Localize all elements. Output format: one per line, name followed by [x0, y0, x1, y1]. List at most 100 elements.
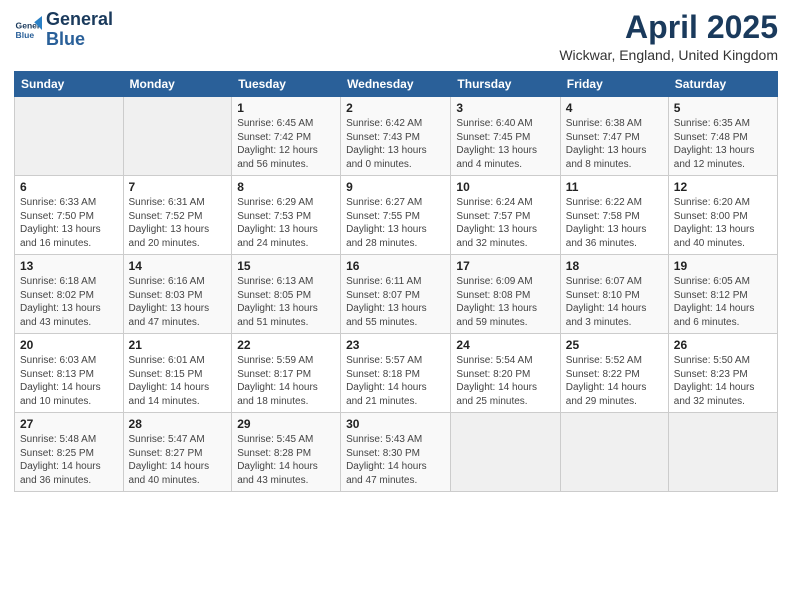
day-info: Sunrise: 5:48 AM Sunset: 8:25 PM Dayligh…: [20, 433, 118, 487]
calendar-cell: 2 Sunrise: 6:42 AM Sunset: 7:43 PM Daylig…: [341, 97, 451, 176]
day-info: Sunrise: 6:31 AM Sunset: 7:52 PM Dayligh…: [129, 196, 227, 250]
day-info: Sunrise: 6:01 AM Sunset: 8:15 PM Dayligh…: [129, 354, 227, 408]
calendar-week-row: 27 Sunrise: 5:48 AM Sunset: 8:25 PM Dayli…: [15, 413, 778, 492]
calendar-cell: 18 Sunrise: 6:07 AM Sunset: 8:10 PM Dayli…: [560, 255, 668, 334]
calendar-day-header: Tuesday: [232, 72, 341, 97]
day-number: 29: [237, 417, 335, 431]
calendar-day-header: Saturday: [668, 72, 777, 97]
day-info: Sunrise: 6:07 AM Sunset: 8:10 PM Dayligh…: [566, 275, 663, 329]
calendar-cell: 5Sunrise: 6:35 AM Sunset: 7:48 PM Daylig…: [668, 97, 777, 176]
main-title: April 2025: [559, 10, 778, 45]
calendar-cell: [451, 413, 560, 492]
calendar-cell: 27 Sunrise: 5:48 AM Sunset: 8:25 PM Dayli…: [15, 413, 124, 492]
calendar-cell: 10 Sunrise: 6:24 AM Sunset: 7:57 PM Dayli…: [451, 176, 560, 255]
day-info: Sunrise: 6:05 AM Sunset: 8:12 PM Dayligh…: [674, 275, 772, 329]
day-info: Sunrise: 5:52 AM Sunset: 8:22 PM Dayligh…: [566, 354, 663, 408]
day-number: 9: [346, 180, 445, 194]
calendar-week-row: 6 Sunrise: 6:33 AM Sunset: 7:50 PM Daylig…: [15, 176, 778, 255]
day-number: 25: [566, 338, 663, 352]
calendar-cell: 3Sunrise: 6:40 AM Sunset: 7:45 PM Daylig…: [451, 97, 560, 176]
day-info: Sunrise: 6:11 AM Sunset: 8:07 PM Dayligh…: [346, 275, 445, 329]
day-info: Sunrise: 6:22 AM Sunset: 7:58 PM Dayligh…: [566, 196, 663, 250]
header: General Blue General Blue April 2025 Wic…: [14, 10, 778, 63]
day-number: 12: [674, 180, 772, 194]
day-info: Sunrise: 6:29 AM Sunset: 7:53 PM Dayligh…: [237, 196, 335, 250]
calendar-cell: [560, 413, 668, 492]
calendar-cell: 24 Sunrise: 5:54 AM Sunset: 8:20 PM Dayli…: [451, 334, 560, 413]
calendar-day-header: Thursday: [451, 72, 560, 97]
day-number: 6: [20, 180, 118, 194]
day-info: Sunrise: 6:24 AM Sunset: 7:57 PM Dayligh…: [456, 196, 554, 250]
day-info: Sunrise: 6:09 AM Sunset: 8:08 PM Dayligh…: [456, 275, 554, 329]
svg-text:Blue: Blue: [16, 30, 35, 40]
day-number: 19: [674, 259, 772, 273]
day-info: Sunrise: 6:42 AM Sunset: 7:43 PM Dayligh…: [346, 117, 445, 171]
calendar-cell: [123, 97, 232, 176]
day-info: Sunrise: 6:16 AM Sunset: 8:03 PM Dayligh…: [129, 275, 227, 329]
calendar-cell: 7Sunrise: 6:31 AM Sunset: 7:52 PM Daylig…: [123, 176, 232, 255]
calendar-cell: 4 Sunrise: 6:38 AM Sunset: 7:47 PM Daylig…: [560, 97, 668, 176]
day-number: 2: [346, 101, 445, 115]
day-number: 5: [674, 101, 772, 115]
calendar-cell: 8 Sunrise: 6:29 AM Sunset: 7:53 PM Daylig…: [232, 176, 341, 255]
day-info: Sunrise: 5:50 AM Sunset: 8:23 PM Dayligh…: [674, 354, 772, 408]
day-info: Sunrise: 6:13 AM Sunset: 8:05 PM Dayligh…: [237, 275, 335, 329]
calendar-cell: 29 Sunrise: 5:45 AM Sunset: 8:28 PM Dayli…: [232, 413, 341, 492]
logo-icon: General Blue: [14, 16, 42, 44]
calendar-cell: 13 Sunrise: 6:18 AM Sunset: 8:02 PM Dayli…: [15, 255, 124, 334]
day-number: 10: [456, 180, 554, 194]
day-number: 26: [674, 338, 772, 352]
day-info: Sunrise: 6:33 AM Sunset: 7:50 PM Dayligh…: [20, 196, 118, 250]
page: General Blue General Blue April 2025 Wic…: [0, 0, 792, 612]
calendar-cell: 28 Sunrise: 5:47 AM Sunset: 8:27 PM Dayli…: [123, 413, 232, 492]
calendar-header-row: SundayMondayTuesdayWednesdayThursdayFrid…: [15, 72, 778, 97]
day-number: 8: [237, 180, 335, 194]
day-number: 24: [456, 338, 554, 352]
day-info: Sunrise: 6:20 AM Sunset: 8:00 PM Dayligh…: [674, 196, 772, 250]
calendar-cell: 14Sunrise: 6:16 AM Sunset: 8:03 PM Dayli…: [123, 255, 232, 334]
day-info: Sunrise: 5:43 AM Sunset: 8:30 PM Dayligh…: [346, 433, 445, 487]
calendar-cell: 19 Sunrise: 6:05 AM Sunset: 8:12 PM Dayli…: [668, 255, 777, 334]
day-number: 11: [566, 180, 663, 194]
calendar-cell: 23Sunrise: 5:57 AM Sunset: 8:18 PM Dayli…: [341, 334, 451, 413]
day-info: Sunrise: 6:18 AM Sunset: 8:02 PM Dayligh…: [20, 275, 118, 329]
day-number: 1: [237, 101, 335, 115]
calendar-cell: [15, 97, 124, 176]
calendar-cell: 22 Sunrise: 5:59 AM Sunset: 8:17 PM Dayli…: [232, 334, 341, 413]
day-info: Sunrise: 6:38 AM Sunset: 7:47 PM Dayligh…: [566, 117, 663, 171]
day-info: Sunrise: 5:45 AM Sunset: 8:28 PM Dayligh…: [237, 433, 335, 487]
calendar-cell: 15Sunrise: 6:13 AM Sunset: 8:05 PM Dayli…: [232, 255, 341, 334]
calendar-cell: 25 Sunrise: 5:52 AM Sunset: 8:22 PM Dayli…: [560, 334, 668, 413]
day-info: Sunrise: 6:40 AM Sunset: 7:45 PM Dayligh…: [456, 117, 554, 171]
day-number: 18: [566, 259, 663, 273]
day-number: 28: [129, 417, 227, 431]
day-number: 22: [237, 338, 335, 352]
calendar-day-header: Sunday: [15, 72, 124, 97]
day-number: 20: [20, 338, 118, 352]
day-number: 27: [20, 417, 118, 431]
logo: General Blue General Blue: [14, 10, 113, 50]
day-info: Sunrise: 6:03 AM Sunset: 8:13 PM Dayligh…: [20, 354, 118, 408]
calendar-cell: 16Sunrise: 6:11 AM Sunset: 8:07 PM Dayli…: [341, 255, 451, 334]
title-block: April 2025 Wickwar, England, United King…: [559, 10, 778, 63]
calendar-cell: 6 Sunrise: 6:33 AM Sunset: 7:50 PM Daylig…: [15, 176, 124, 255]
day-info: Sunrise: 5:47 AM Sunset: 8:27 PM Dayligh…: [129, 433, 227, 487]
calendar-day-header: Friday: [560, 72, 668, 97]
day-number: 30: [346, 417, 445, 431]
calendar-cell: 9Sunrise: 6:27 AM Sunset: 7:55 PM Daylig…: [341, 176, 451, 255]
calendar-cell: 26 Sunrise: 5:50 AM Sunset: 8:23 PM Dayli…: [668, 334, 777, 413]
day-number: 13: [20, 259, 118, 273]
calendar-cell: 11 Sunrise: 6:22 AM Sunset: 7:58 PM Dayli…: [560, 176, 668, 255]
calendar-day-header: Monday: [123, 72, 232, 97]
day-info: Sunrise: 5:54 AM Sunset: 8:20 PM Dayligh…: [456, 354, 554, 408]
day-number: 17: [456, 259, 554, 273]
logo-text: General Blue: [46, 10, 113, 50]
calendar-cell: 12 Sunrise: 6:20 AM Sunset: 8:00 PM Dayli…: [668, 176, 777, 255]
calendar-cell: 17 Sunrise: 6:09 AM Sunset: 8:08 PM Dayli…: [451, 255, 560, 334]
day-info: Sunrise: 5:59 AM Sunset: 8:17 PM Dayligh…: [237, 354, 335, 408]
day-number: 21: [129, 338, 227, 352]
day-number: 23: [346, 338, 445, 352]
calendar-cell: 20 Sunrise: 6:03 AM Sunset: 8:13 PM Dayli…: [15, 334, 124, 413]
day-number: 4: [566, 101, 663, 115]
calendar: SundayMondayTuesdayWednesdayThursdayFrid…: [14, 71, 778, 492]
